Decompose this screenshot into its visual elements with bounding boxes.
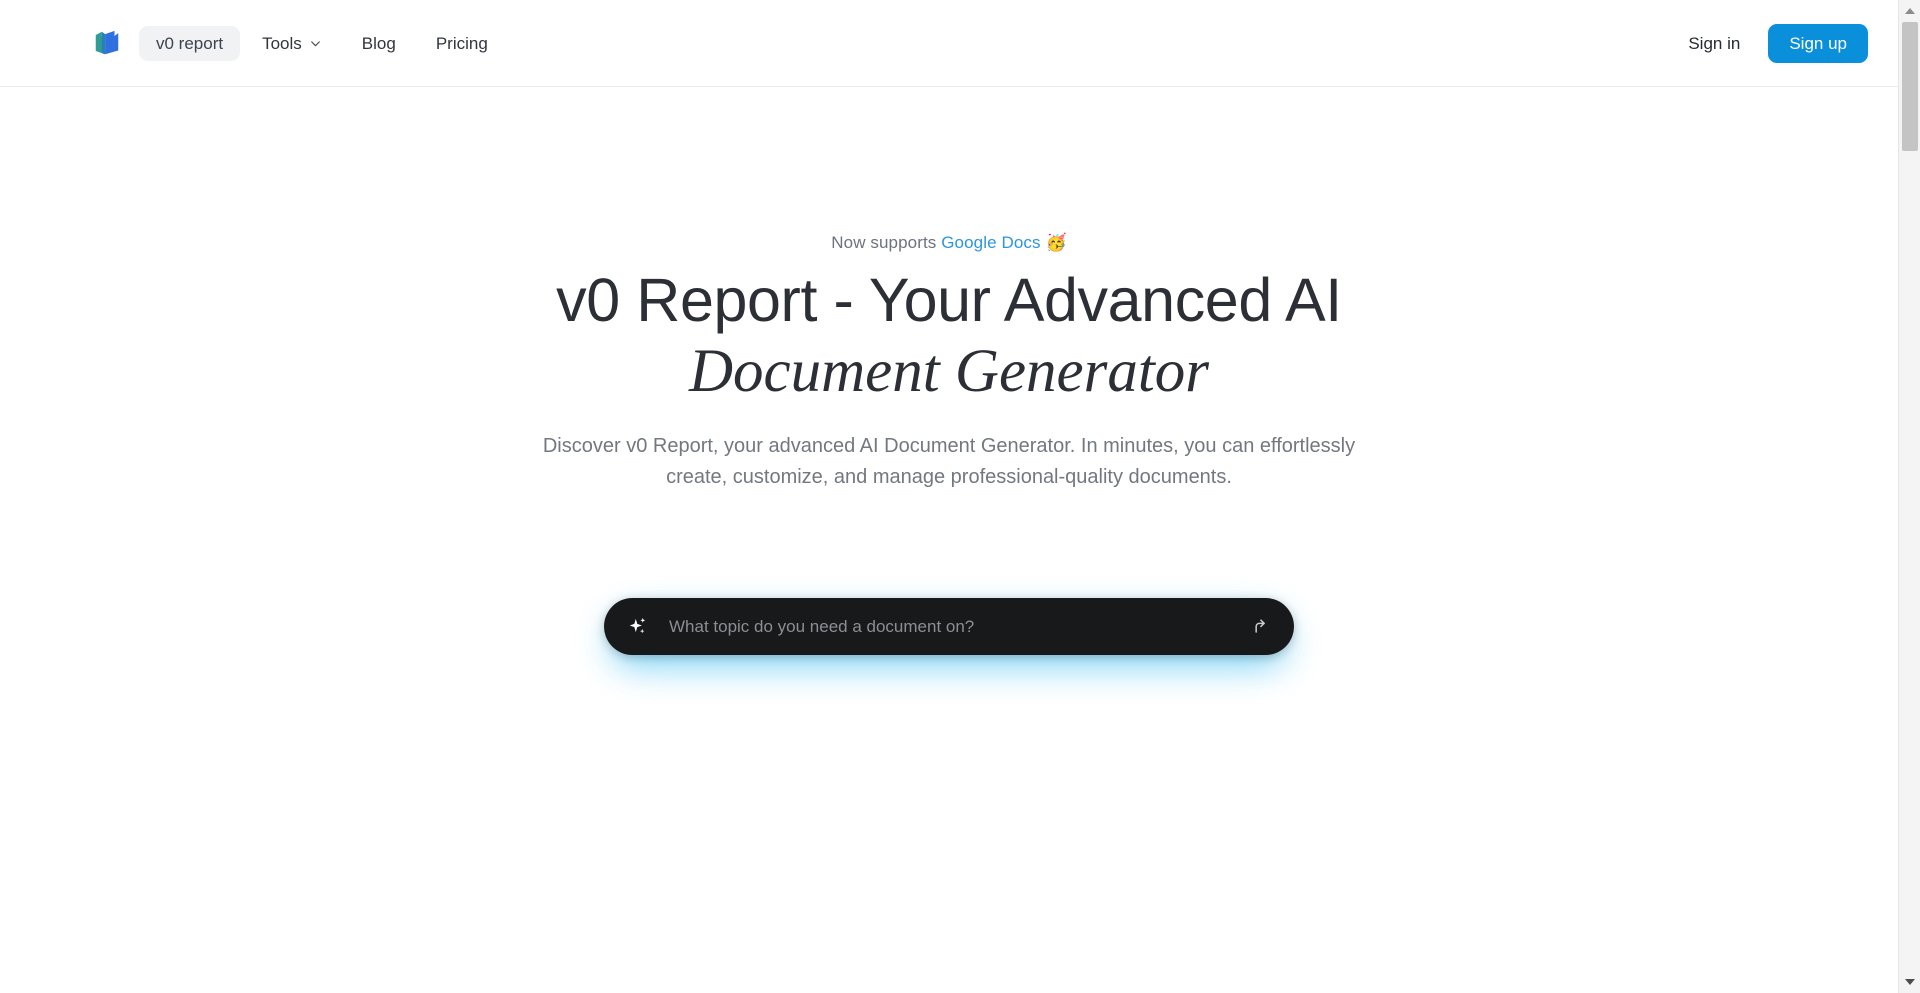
page-title: v0 Report - Your Advanced AI Document Ge… xyxy=(556,265,1342,409)
google-docs-link[interactable]: Google Docs xyxy=(941,233,1040,252)
scrollbar-thumb[interactable] xyxy=(1902,22,1918,151)
nav-item-tools-label: Tools xyxy=(262,33,302,53)
party-face-emoji-icon: 🥳 xyxy=(1045,233,1067,252)
page-scrollbar[interactable] xyxy=(1898,0,1920,993)
header-actions: Sign in Sign up xyxy=(1674,23,1868,63)
enter-arrow-icon[interactable] xyxy=(1253,617,1272,636)
prompt-bar[interactable] xyxy=(604,598,1294,655)
prompt-input[interactable] xyxy=(669,616,1237,637)
v0-report-logo-icon[interactable] xyxy=(92,28,122,58)
site-header: v0 report Tools Blog Pricing Sign in Sig… xyxy=(0,0,1920,87)
primary-navigation: v0 report Tools Blog Pricing xyxy=(139,25,506,61)
scrollbar-track[interactable] xyxy=(1899,22,1920,971)
scrollbar-up-button[interactable] xyxy=(1898,0,1920,22)
main-content: Now supports Google Docs 🥳 v0 Report - Y… xyxy=(0,87,1920,993)
scrollbar-down-button[interactable] xyxy=(1898,971,1920,993)
page-subtitle: Discover v0 Report, your advanced AI Doc… xyxy=(542,435,1356,488)
page-title-line-2: Document Generator xyxy=(688,338,1210,406)
hero-section: Now supports Google Docs 🥳 v0 Report - Y… xyxy=(0,87,1898,668)
nav-item-v0-report[interactable]: v0 report xyxy=(139,25,241,61)
sign-up-button[interactable]: Sign up xyxy=(1768,23,1868,63)
announcement-banner: Now supports Google Docs 🥳 xyxy=(831,230,1066,256)
sparkles-icon xyxy=(629,617,646,633)
nav-item-tools[interactable]: Tools xyxy=(244,26,340,61)
sign-in-link[interactable]: Sign in xyxy=(1674,26,1754,61)
announcement-prefix: Now supports xyxy=(831,233,937,252)
page-root: v0 report Tools Blog Pricing Sign in Sig… xyxy=(0,0,1920,993)
page-title-line-1: v0 Report - Your Advanced AI xyxy=(556,265,1342,334)
nav-item-pricing[interactable]: Pricing xyxy=(418,26,506,61)
scroll-down-arrow-icon xyxy=(1904,979,1915,985)
chevron-down-icon xyxy=(310,40,320,46)
prompt-bar-container xyxy=(604,598,1294,668)
nav-item-blog[interactable]: Blog xyxy=(344,26,414,61)
scroll-up-arrow-icon xyxy=(1904,8,1915,14)
